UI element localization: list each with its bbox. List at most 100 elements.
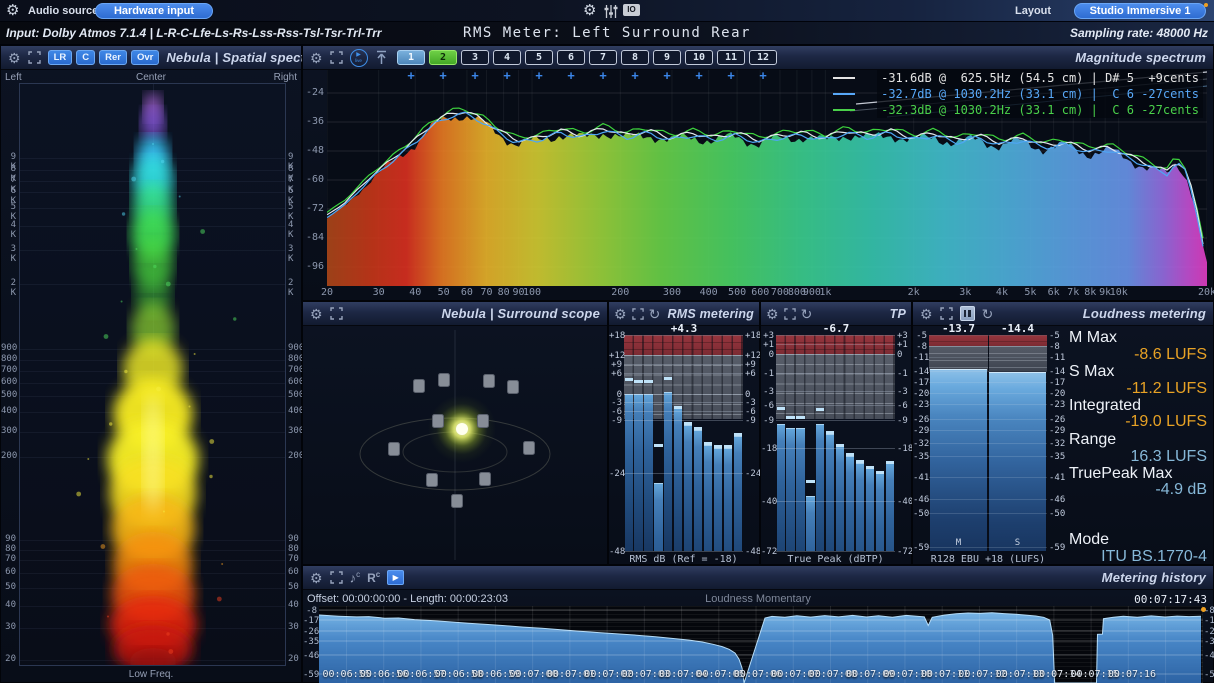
expand-icon[interactable]	[784, 308, 796, 320]
freq-tick-label: 200	[1, 451, 16, 461]
freq-tick-label: 700	[288, 365, 303, 375]
scale-label: -17	[913, 378, 927, 388]
rms-peak-marker	[654, 444, 662, 447]
history-play-button[interactable]: ▶	[387, 570, 404, 585]
gear-icon[interactable]: ⚙	[614, 307, 627, 321]
meter-axis-label: RMS dB (Ref = -18)	[624, 554, 743, 565]
live-mode-icon[interactable]: ▶ live	[350, 49, 368, 67]
reset-icon[interactable]: ↻	[649, 307, 661, 321]
freq-tick-label: 70	[288, 554, 303, 564]
gear-icon[interactable]: ⚙	[310, 571, 323, 585]
pause-button[interactable]	[960, 306, 975, 321]
tp-bar	[886, 463, 894, 551]
loudness-bar-value: -13.7	[929, 322, 988, 335]
tp-bar	[816, 424, 824, 551]
expand-icon[interactable]	[28, 51, 41, 64]
expand-icon[interactable]	[330, 571, 343, 584]
axis-label-right: Right	[274, 72, 297, 83]
channel-button-7[interactable]: 7	[589, 50, 617, 65]
channel-button-2[interactable]: 2	[429, 50, 457, 65]
meter-tick-line	[929, 382, 1047, 383]
channel-button-11[interactable]: 11	[717, 50, 745, 65]
gear-icon[interactable]: ⚙	[310, 307, 323, 321]
io-routing-icon[interactable]: IO	[623, 4, 640, 16]
spectrogram-display	[19, 83, 286, 666]
reset-counter-icon[interactable]: Rc	[367, 571, 380, 584]
tp-peak-marker	[866, 466, 874, 469]
channel-button-6[interactable]: 6	[557, 50, 585, 65]
series-label: Loudness Momentary	[705, 593, 811, 605]
channel-button-12[interactable]: 12	[749, 50, 777, 65]
scale-label: -29	[1049, 426, 1065, 436]
reset-icon[interactable]: ↻	[982, 307, 994, 321]
scroll-to-top-icon[interactable]	[375, 50, 388, 65]
loudness-bar-value: -14.4	[988, 322, 1047, 335]
db-tick-label: -84	[305, 233, 324, 243]
freq-tick-label: 100	[517, 288, 547, 298]
freq-tick-label: 900	[1, 343, 16, 353]
gear-icon[interactable]: ⚙	[310, 51, 323, 65]
freq-tick-label: 300	[657, 288, 687, 298]
meter-tick-line	[624, 373, 743, 374]
speaker-icon	[439, 374, 450, 387]
gear-icon[interactable]: ⚙	[766, 307, 779, 321]
meter-max-value: -6.7	[761, 322, 911, 335]
top-bar: ⚙ Audio source Hardware input ⚙ IO Layou…	[0, 0, 1214, 22]
scale-label: -24	[745, 469, 760, 479]
scale-label: -26	[1049, 415, 1065, 425]
scale-label: -29	[913, 426, 927, 436]
spatial-channel-button-c[interactable]: C	[76, 50, 95, 65]
channel-button-10[interactable]: 10	[685, 50, 713, 65]
history-db-label: -46	[1204, 651, 1214, 661]
status-dot	[1204, 3, 1208, 7]
rms-bar	[724, 448, 732, 551]
tp-bar	[786, 428, 794, 551]
history-graph[interactable]: 00:06:5500:06:5600:06:5700:06:5800:06:59…	[319, 606, 1203, 683]
db-tick-label: -36	[305, 117, 324, 127]
audio-source-gear-icon[interactable]: ⚙	[6, 3, 19, 18]
scale-label: -9	[609, 416, 622, 426]
channel-button-8[interactable]: 8	[621, 50, 649, 65]
tp-peak-marker	[856, 460, 864, 463]
channel-button-9[interactable]: 9	[653, 50, 681, 65]
layout-preset-button[interactable]: Studio Immersive 1	[1074, 3, 1206, 19]
history-db-label: -59	[1204, 670, 1214, 680]
spatial-channel-button-lr[interactable]: LR	[48, 50, 73, 65]
channel-button-1[interactable]: 1	[397, 50, 425, 65]
meter-tick-line	[929, 430, 1047, 431]
channel-button-5[interactable]: 5	[525, 50, 553, 65]
freq-tick-label: 90	[288, 534, 303, 544]
gear-icon[interactable]: ⚙	[8, 51, 21, 65]
meter-tick-line	[624, 355, 743, 356]
speaker-icon	[484, 375, 495, 388]
rms-peak-marker	[664, 377, 672, 380]
spatial-spectrogram-header: ⚙ LRCRerOvr Nebula | Spatial spectrogram	[1, 46, 301, 70]
history-db-label: -17	[303, 616, 317, 626]
scale-label: -40	[897, 497, 912, 507]
loudness-bar-m	[930, 369, 988, 551]
true-peak-panel: ⚙ ↻ TP -6.7+3+3+1+100-1-1-3-3-6-6-9-9-18…	[760, 301, 912, 565]
spatial-channel-button-ovr[interactable]: Ovr	[131, 50, 159, 65]
expand-icon[interactable]	[330, 307, 343, 320]
expand-icon[interactable]	[632, 308, 644, 320]
scale-label: -23	[1049, 400, 1065, 410]
freq-tick-label: 5 K	[1, 202, 16, 222]
expand-icon[interactable]	[940, 307, 953, 320]
mixer-sliders-icon[interactable]	[604, 5, 618, 18]
gear-icon[interactable]: ⚙	[920, 307, 933, 321]
meter-tick-line	[929, 404, 1047, 405]
tp-bar	[796, 428, 804, 551]
settings-gear-icon[interactable]: ⚙	[583, 3, 596, 18]
timecode-mode-icon[interactable]: ♪c	[350, 571, 361, 584]
history-db-label: -8	[1204, 606, 1214, 616]
freq-tick-label: 50	[1, 582, 16, 592]
panel-title: Metering history	[1102, 570, 1206, 585]
spatial-channel-button-rer[interactable]: Rer	[99, 50, 127, 65]
hardware-input-button[interactable]: Hardware input	[95, 3, 213, 19]
channel-button-3[interactable]: 3	[461, 50, 489, 65]
reset-icon[interactable]: ↻	[801, 307, 813, 321]
rms-bar	[694, 430, 702, 551]
meter-tick-line	[929, 477, 1047, 478]
channel-button-4[interactable]: 4	[493, 50, 521, 65]
expand-icon[interactable]	[330, 51, 343, 64]
